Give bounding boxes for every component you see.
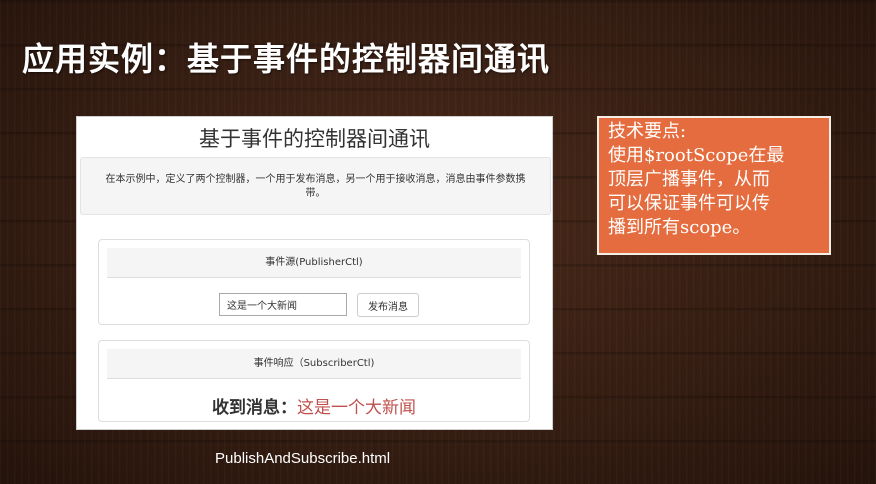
subscriber-panel-heading: 事件响应（SubscriberCtl) (107, 349, 521, 379)
tip-body: 使用$rootScope在最 顶层广播事件，从而 可以保证事件可以传 播到所有s… (608, 145, 785, 238)
tip-title: 技术要点: (608, 121, 687, 142)
message-input[interactable] (219, 293, 347, 316)
publish-button[interactable]: 发布消息 (357, 293, 419, 317)
demo-page-screenshot: 基于事件的控制器间通讯 在本示例中，定义了两个控制器，一个用于发布消息，另一个用… (76, 116, 553, 430)
intro-well: 在本示例中，定义了两个控制器，一个用于发布消息，另一个用于接收消息，消息由事件参… (80, 157, 551, 215)
publisher-panel-heading: 事件源(PublisherCtl) (107, 248, 521, 278)
subscriber-panel: 事件响应（SubscriberCtl) 收到消息：这是一个大新闻 (98, 340, 530, 422)
received-value: 这是一个大新闻 (297, 398, 416, 418)
slide-title: 应用实例：基于事件的控制器间通讯 (22, 40, 551, 78)
received-label: 收到消息： (212, 398, 297, 418)
demo-filename: PublishAndSubscribe.html (215, 450, 391, 467)
demo-heading: 基于事件的控制器间通讯 (199, 127, 430, 151)
received-message: 收到消息：这是一个大新闻 (99, 393, 529, 418)
tip-box: 技术要点: 使用$rootScope在最 顶层广播事件，从而 可以保证事件可以传… (597, 116, 831, 255)
intro-text: 在本示例中，定义了两个控制器，一个用于发布消息，另一个用于接收消息，消息由事件参… (105, 174, 526, 199)
publisher-panel: 事件源(PublisherCtl) 发布消息 (98, 239, 530, 325)
